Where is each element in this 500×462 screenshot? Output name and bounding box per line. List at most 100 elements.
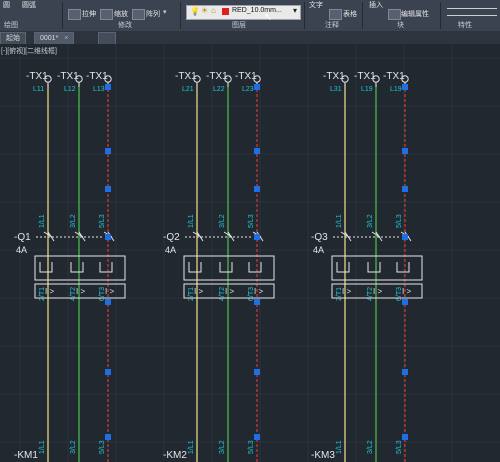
breaker-pole bbox=[188, 262, 202, 273]
wire-number: L21 bbox=[182, 86, 194, 93]
grip-point bbox=[254, 186, 260, 192]
breaker-rating: 4A bbox=[165, 245, 176, 255]
lock-icon[interactable]: ⌂ bbox=[211, 6, 216, 15]
contactor-label: -KM1 bbox=[14, 450, 38, 461]
grip-point bbox=[105, 234, 111, 240]
close-icon[interactable]: × bbox=[64, 35, 68, 42]
trip-symbol: I > bbox=[225, 287, 234, 296]
contactor-pin-label: 5/L3 bbox=[248, 440, 255, 454]
breaker-label: -Q3 bbox=[311, 232, 328, 243]
grip-point bbox=[105, 186, 111, 192]
ribbon-arc-label[interactable]: 圆弧 bbox=[22, 0, 36, 10]
sun-icon[interactable]: ☀ bbox=[201, 6, 208, 15]
pin-label-top: 1/L1 bbox=[336, 214, 343, 228]
layer-dropdown-value: RED_10.0mm... bbox=[232, 7, 282, 14]
breaker-pole bbox=[99, 262, 113, 273]
array-dropdown-arrow[interactable]: ▾ bbox=[163, 8, 167, 16]
breaker-pole bbox=[248, 262, 262, 273]
pin-label-top: 3/L2 bbox=[219, 214, 226, 228]
text-button[interactable]: 文字 bbox=[309, 0, 323, 10]
grip-point bbox=[402, 84, 408, 90]
trip-symbol: I > bbox=[342, 287, 351, 296]
wire-number: L23 bbox=[242, 86, 254, 93]
tab-drawing-0001[interactable]: 0001* × bbox=[34, 32, 75, 44]
wire-number: L11 bbox=[33, 86, 44, 93]
group-draw[interactable]: 绘图 bbox=[4, 20, 18, 30]
contactor-pin-label: 1/L1 bbox=[39, 440, 46, 454]
contactor-pin-label: 5/L3 bbox=[99, 440, 106, 454]
contactor-pin-label: 5/L3 bbox=[396, 440, 403, 454]
grip-point bbox=[402, 234, 408, 240]
grip-point bbox=[402, 434, 408, 440]
drawing-canvas[interactable]: -TX1L111/L12/T1-TX1L123/L24/T2-TX1L135/L… bbox=[0, 44, 500, 462]
contactor-label: -KM2 bbox=[163, 450, 187, 461]
pin-label-top: 1/L1 bbox=[39, 214, 46, 228]
group-block[interactable]: 块 bbox=[397, 20, 404, 30]
table-button[interactable]: 表格 bbox=[343, 9, 357, 19]
trip-symbol: I > bbox=[194, 287, 203, 296]
scale-icon[interactable] bbox=[100, 9, 113, 20]
tab-start[interactable]: 起始 bbox=[0, 32, 26, 44]
contactor-pin-label: 1/L1 bbox=[188, 440, 195, 454]
ribbon-separator bbox=[362, 2, 363, 29]
breaker-pole bbox=[367, 262, 381, 273]
pin-label-top: 5/L3 bbox=[248, 214, 255, 228]
trip-symbol: I > bbox=[402, 287, 411, 296]
grip-point bbox=[105, 84, 111, 90]
wire-number: L31 bbox=[330, 86, 342, 93]
group-modify[interactable]: 修改 bbox=[118, 20, 132, 30]
trip-symbol: I > bbox=[105, 287, 114, 296]
linetype-preview[interactable] bbox=[447, 15, 497, 16]
group-properties[interactable]: 特性 bbox=[458, 20, 472, 30]
grip-point bbox=[254, 148, 260, 154]
viewport-label[interactable]: [-][俯视][二维线框] bbox=[1, 46, 57, 56]
table-icon[interactable] bbox=[329, 9, 342, 20]
breaker-pole bbox=[396, 262, 410, 273]
trip-symbol: I > bbox=[373, 287, 382, 296]
ribbon-separator bbox=[440, 2, 441, 29]
stretch-icon[interactable] bbox=[68, 9, 81, 20]
grip-point bbox=[254, 434, 260, 440]
wire-number: L22 bbox=[213, 86, 225, 93]
array-button[interactable]: 阵列 bbox=[146, 9, 160, 19]
wire-number: L19 bbox=[390, 86, 402, 93]
contactor-pin-label: 3/L2 bbox=[219, 440, 226, 454]
pin-label-top: 3/L2 bbox=[367, 214, 374, 228]
new-tab-button[interactable] bbox=[98, 32, 116, 44]
breaker-label: -Q2 bbox=[163, 232, 180, 243]
lightbulb-icon[interactable]: 💡 bbox=[190, 7, 200, 16]
pin-label-top: 5/L3 bbox=[99, 214, 106, 228]
breaker-pole bbox=[336, 262, 350, 273]
wire-number: L12 bbox=[64, 86, 76, 93]
stretch-button[interactable]: 拉伸 bbox=[82, 9, 96, 19]
layer-dropdown[interactable]: 💡 ☀ ⌂ RED_10.0mm... ▾ bbox=[186, 5, 301, 20]
tab-start-label: 起始 bbox=[6, 35, 20, 42]
pin-label-top: 5/L3 bbox=[396, 214, 403, 228]
pin-label-top: 1/L1 bbox=[188, 214, 195, 228]
breaker-rating: 4A bbox=[313, 245, 324, 255]
grip-point bbox=[105, 434, 111, 440]
grip-point bbox=[105, 148, 111, 154]
scale-button[interactable]: 缩放 bbox=[114, 9, 128, 19]
chevron-down-icon[interactable]: ▾ bbox=[293, 6, 297, 15]
breaker-label: -Q1 bbox=[14, 232, 31, 243]
pin-label-top: 3/L2 bbox=[70, 214, 77, 228]
grip-point bbox=[254, 299, 260, 305]
wire-number: L19 bbox=[361, 86, 373, 93]
ribbon-circle-label[interactable]: 圆 bbox=[3, 0, 10, 10]
array-icon[interactable] bbox=[132, 9, 145, 20]
insert-button[interactable]: 插入 bbox=[369, 0, 383, 10]
wire-number: L13 bbox=[93, 86, 105, 93]
grip-point bbox=[254, 234, 260, 240]
breaker-pole bbox=[39, 262, 53, 273]
group-layers[interactable]: 图层 bbox=[232, 20, 246, 30]
edit-attribute-icon[interactable] bbox=[388, 9, 401, 20]
lineweight-preview[interactable] bbox=[447, 8, 497, 9]
tab-drawing-label: 0001* bbox=[40, 35, 59, 42]
group-annotation[interactable]: 注释 bbox=[325, 20, 339, 30]
layer-color-swatch bbox=[222, 8, 229, 15]
document-tab-bar: 起始 0001* × bbox=[0, 31, 500, 44]
grip-point bbox=[105, 299, 111, 305]
edit-attribute-button[interactable]: 编辑属性 bbox=[401, 9, 429, 19]
ribbon-separator bbox=[304, 2, 305, 29]
